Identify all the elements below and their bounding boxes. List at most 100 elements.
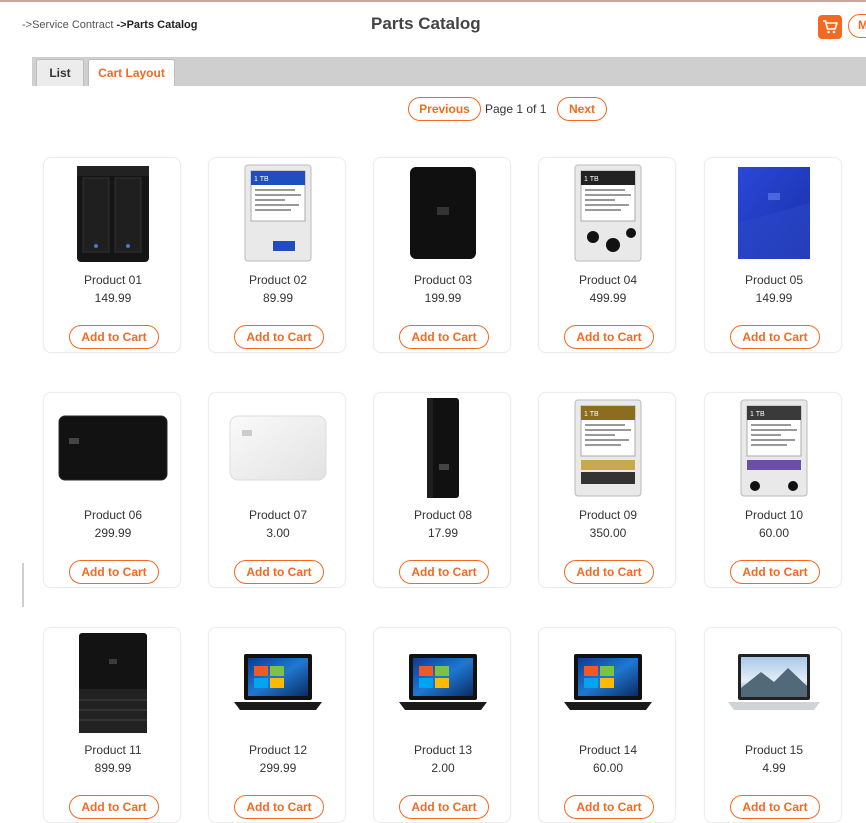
product-image[interactable] bbox=[374, 631, 512, 739]
product-image[interactable] bbox=[209, 631, 347, 739]
menu-button[interactable]: M bbox=[848, 14, 866, 38]
next-button[interactable]: Next bbox=[557, 97, 607, 121]
internal-hdd-gold-icon: 1 TB bbox=[572, 398, 644, 503]
product-name: Product 14 bbox=[578, 743, 638, 757]
product-price: 350.00 bbox=[589, 526, 627, 540]
product-price: 17.99 bbox=[427, 526, 459, 540]
add-to-cart-button[interactable]: Add to Cart bbox=[234, 325, 324, 349]
product-name: Product 11 bbox=[84, 743, 142, 757]
product-name: Product 12 bbox=[248, 743, 308, 757]
add-to-cart-button[interactable]: Add to Cart bbox=[69, 795, 159, 819]
product-price: 60.00 bbox=[592, 761, 624, 775]
svg-text:1 TB: 1 TB bbox=[254, 176, 269, 183]
breadcrumb-current: Parts Catalog bbox=[126, 19, 198, 31]
product-price: 3.00 bbox=[266, 526, 290, 540]
product-card[interactable]: 1 TB Product 04 499.99 Add to Cart bbox=[538, 157, 676, 353]
product-card[interactable]: Product 14 60.00 Add to Cart bbox=[538, 627, 676, 823]
product-image[interactable] bbox=[44, 631, 182, 739]
page-indicator: Page 1 of 1 bbox=[485, 102, 547, 116]
dual-bay-drive-icon bbox=[71, 629, 155, 742]
product-card[interactable]: Product 13 2.00 Add to Cart bbox=[373, 627, 511, 823]
product-card[interactable]: Product 01 149.99 Add to Cart bbox=[43, 157, 181, 353]
product-image[interactable] bbox=[44, 396, 182, 504]
product-image[interactable]: 1 TB bbox=[209, 161, 347, 269]
tab-bar: List Cart Layout bbox=[32, 57, 866, 86]
product-card[interactable]: Product 15 4.99 Add to Cart bbox=[704, 627, 842, 823]
internal-hdd-purple-icon: 1 TB bbox=[738, 398, 810, 503]
portable-drive-blue-icon bbox=[734, 163, 814, 268]
external-drive-black-icon bbox=[55, 408, 171, 493]
product-price: 149.99 bbox=[755, 291, 793, 305]
previous-button[interactable]: Previous bbox=[408, 97, 481, 121]
product-price: 60.00 bbox=[758, 526, 790, 540]
add-to-cart-button[interactable]: Add to Cart bbox=[234, 560, 324, 584]
add-to-cart-button[interactable]: Add to Cart bbox=[730, 325, 820, 349]
product-card[interactable]: Product 03 199.99 Add to Cart bbox=[373, 157, 511, 353]
product-image[interactable]: 1 TB bbox=[539, 161, 677, 269]
product-name: Product 08 bbox=[413, 508, 473, 522]
add-to-cart-button[interactable]: Add to Cart bbox=[399, 795, 489, 819]
add-to-cart-button[interactable]: Add to Cart bbox=[399, 325, 489, 349]
product-image[interactable]: 1 TB bbox=[539, 396, 677, 504]
pagination: Previous Page 1 of 1 Next bbox=[0, 97, 866, 123]
add-to-cart-button[interactable]: Add to Cart bbox=[234, 795, 324, 819]
product-card[interactable]: Product 11 899.99 Add to Cart bbox=[43, 627, 181, 823]
product-image[interactable] bbox=[539, 631, 677, 739]
product-price: 199.99 bbox=[424, 291, 462, 305]
product-card[interactable]: 1 TB Product 10 60.00 Add to Cart bbox=[704, 392, 842, 588]
product-card[interactable]: 1 TB Product 02 89.99 Add to Cart bbox=[208, 157, 346, 353]
product-image[interactable] bbox=[374, 396, 512, 504]
svg-text:1 TB: 1 TB bbox=[584, 411, 599, 418]
tab-cart-layout[interactable]: Cart Layout bbox=[88, 59, 175, 86]
product-name: Product 01 bbox=[83, 273, 143, 287]
product-card[interactable]: Product 08 17.99 Add to Cart bbox=[373, 392, 511, 588]
breadcrumb-separator: -> bbox=[22, 19, 33, 31]
product-name: Product 09 bbox=[578, 508, 638, 522]
breadcrumb-service-contract[interactable]: Service Contract bbox=[32, 19, 113, 31]
product-image[interactable] bbox=[705, 161, 843, 269]
product-name: Product 05 bbox=[744, 273, 804, 287]
product-card[interactable]: Product 05 149.99 Add to Cart bbox=[704, 157, 842, 353]
product-card[interactable]: 1 TB Product 09 350.00 Add to Cart bbox=[538, 392, 676, 588]
add-to-cart-button[interactable]: Add to Cart bbox=[399, 560, 489, 584]
product-image[interactable] bbox=[705, 631, 843, 739]
product-card[interactable]: Product 12 299.99 Add to Cart bbox=[208, 627, 346, 823]
add-to-cart-button[interactable]: Add to Cart bbox=[69, 560, 159, 584]
shopping-cart-icon bbox=[823, 20, 838, 34]
portable-drive-white-icon bbox=[226, 408, 330, 493]
product-price: 899.99 bbox=[94, 761, 132, 775]
nas-drive-icon bbox=[63, 160, 163, 271]
add-to-cart-button[interactable]: Add to Cart bbox=[564, 795, 654, 819]
product-card[interactable]: Product 06 299.99 Add to Cart bbox=[43, 392, 181, 588]
internal-hdd-blue-icon: 1 TB bbox=[242, 163, 314, 268]
top-divider bbox=[0, 0, 866, 2]
add-to-cart-button[interactable]: Add to Cart bbox=[564, 560, 654, 584]
laptop-silver-icon bbox=[726, 648, 822, 723]
product-price: 2.00 bbox=[431, 761, 455, 775]
add-to-cart-button[interactable]: Add to Cart bbox=[730, 795, 820, 819]
scroll-marker bbox=[22, 563, 24, 607]
product-price: 299.99 bbox=[94, 526, 132, 540]
page-title: Parts Catalog bbox=[371, 14, 481, 33]
add-to-cart-button[interactable]: Add to Cart bbox=[730, 560, 820, 584]
product-image[interactable]: 1 TB bbox=[705, 396, 843, 504]
product-name: Product 07 bbox=[248, 508, 308, 522]
product-image[interactable] bbox=[374, 161, 512, 269]
add-to-cart-button[interactable]: Add to Cart bbox=[69, 325, 159, 349]
product-price: 4.99 bbox=[762, 761, 786, 775]
product-name: Product 03 bbox=[413, 273, 473, 287]
add-to-cart-button[interactable]: Add to Cart bbox=[564, 325, 654, 349]
product-name: Product 15 bbox=[744, 743, 804, 757]
product-image[interactable] bbox=[209, 396, 347, 504]
svg-text:1 TB: 1 TB bbox=[750, 411, 765, 418]
product-image[interactable] bbox=[44, 161, 182, 269]
tab-list[interactable]: List bbox=[36, 59, 84, 86]
laptop-icon bbox=[230, 648, 326, 723]
product-price: 89.99 bbox=[262, 291, 294, 305]
svg-text:1 TB: 1 TB bbox=[584, 176, 599, 183]
cart-button[interactable] bbox=[818, 15, 842, 39]
breadcrumb: ->Service Contract ->Parts Catalog bbox=[22, 19, 197, 31]
breadcrumb-separator: -> bbox=[113, 19, 127, 31]
product-card[interactable]: Product 07 3.00 Add to Cart bbox=[208, 392, 346, 588]
desktop-drive-icon bbox=[413, 394, 473, 507]
